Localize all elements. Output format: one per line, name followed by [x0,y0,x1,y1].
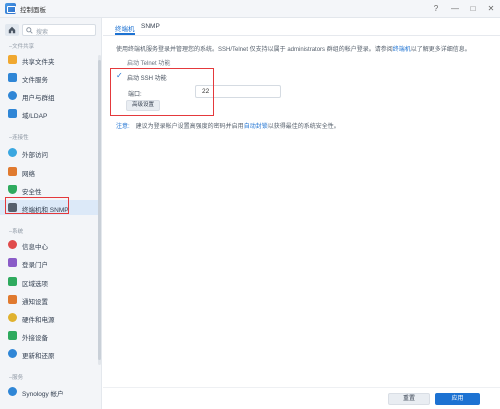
description-text-end: 以了解更多详细信息。 [410,47,471,53]
sidebar-item-synology-account[interactable]: Synology 帐户 [0,384,101,399]
domain-ldap-icon [8,109,17,118]
sidebar-item-label: 更新和还原 [22,352,55,360]
regional-options-icon [8,277,17,286]
sidebar-item-update-restore[interactable]: 更新和还原 [0,346,101,361]
tabs-divider [103,35,500,36]
login-portal-icon [8,258,17,267]
network-icon [8,167,17,176]
description-text: 使用终端机服务登录并管理您的系统。SSH/Telnet 仅支持以属于 admin… [116,47,393,53]
sidebar-item-domain-ldap[interactable]: 域/LDAP [0,106,101,121]
sidebar-item-notification[interactable]: 通知设置 [0,292,101,307]
sidebar-item-label: 域/LDAP [22,112,48,120]
telnet-label: 启动 Telnet 功能 [127,61,171,67]
sidebar-item-label: 通知设置 [22,298,48,306]
user-group-icon [8,91,17,100]
control-panel-app-icon [5,3,16,14]
tab-snmp[interactable]: SNMP [141,23,160,30]
shared-folder-icon [8,55,17,64]
home-button[interactable] [5,24,19,36]
window-title: 控制面板 [20,7,46,14]
sidebar-item-label: 用户与群组 [22,94,55,102]
update-restore-icon [8,349,17,358]
sidebar-item-shared-folder[interactable]: 共享文件夹 [0,52,101,67]
sidebar-item-label: 外接设备 [22,334,48,342]
terminal-description: 使用终端机服务登录并管理您的系统。SSH/Telnet 仅支持以属于 admin… [116,44,471,53]
search-placeholder: 搜索 [36,30,49,36]
sidebar-item-hardware-power[interactable]: 硬件和电源 [0,310,101,325]
sidebar-item-user-group[interactable]: 用户与群组 [0,88,101,103]
maximize-button[interactable]: □ [467,3,479,15]
note-text-end: 以获得最佳的系统安全性。 [267,124,340,130]
home-icon [8,26,16,34]
help-button[interactable]: ? [430,3,442,15]
tab-terminal[interactable]: 终端机 [115,23,135,33]
minimize-button[interactable]: — [449,3,461,15]
sidebar-item-label: Synology 帐户 [22,390,64,398]
sidebar-scrollbar-thumb[interactable] [98,60,101,360]
note-tag: 注意: [116,124,130,130]
sidebar-item-label: 文件服务 [22,76,48,84]
telnet-checkbox[interactable]: 启动 Telnet 功能 [117,58,170,67]
sidebar-item-label: 安全性 [22,188,42,196]
reset-button[interactable]: 重置 [388,393,430,405]
window-titlebar: 控制面板 ? — □ ✕ [0,0,500,18]
sidebar-item-info-center[interactable]: 信息中心 [0,237,101,252]
section-connectivity: 连接性 [9,133,29,141]
apply-button[interactable]: 应用 [435,393,480,405]
note-text: 建议为登录帐户设置高强度的密码并启用 [135,124,244,130]
notification-icon [8,295,17,304]
sidebar-item-regional-options[interactable]: 区域选项 [0,274,101,289]
external-devices-icon [8,331,17,340]
sidebar-item-label: 区域选项 [22,280,48,288]
hardware-power-icon [8,313,17,322]
info-center-icon [8,240,17,249]
highlight-box-sidebar [5,197,69,214]
sidebar-item-label: 登录门户 [22,261,48,269]
sidebar-item-login-portal[interactable]: 登录门户 [0,255,101,270]
section-system: 系统 [9,227,23,235]
synology-account-icon [8,387,17,396]
sidebar-item-security[interactable]: 安全性 [0,182,101,197]
search-input[interactable]: 搜索 [22,24,96,36]
sidebar-item-file-services[interactable]: 文件服务 [0,70,101,85]
close-button[interactable]: ✕ [485,3,497,15]
search-icon [26,27,33,34]
section-services: 服务 [9,373,23,381]
sidebar-item-network[interactable]: 网络 [0,164,101,179]
file-services-icon [8,73,17,82]
sidebar-item-external-access[interactable]: 外部访问 [0,145,101,160]
section-file-sharing: 文件共享 [9,42,34,50]
sidebar-item-label: 网络 [22,170,35,178]
footer-divider [103,387,500,388]
sidebar-item-label: 外部访问 [22,151,48,159]
highlight-box-ssh [110,68,214,116]
terminal-help-link[interactable]: 终端机 [393,47,411,53]
security-note: 注意: 建议为登录帐户设置高强度的密码并启用自动封锁以获得最佳的系统安全性。 [116,121,340,130]
sidebar-item-label: 硬件和电源 [22,316,55,324]
security-icon [8,185,17,194]
sidebar-item-label: 共享文件夹 [22,58,55,66]
auto-block-link[interactable]: 自动封锁 [244,124,268,130]
external-access-icon [8,148,17,157]
sidebar-item-label: 信息中心 [22,243,48,251]
sidebar-item-external-devices[interactable]: 外接设备 [0,328,101,343]
